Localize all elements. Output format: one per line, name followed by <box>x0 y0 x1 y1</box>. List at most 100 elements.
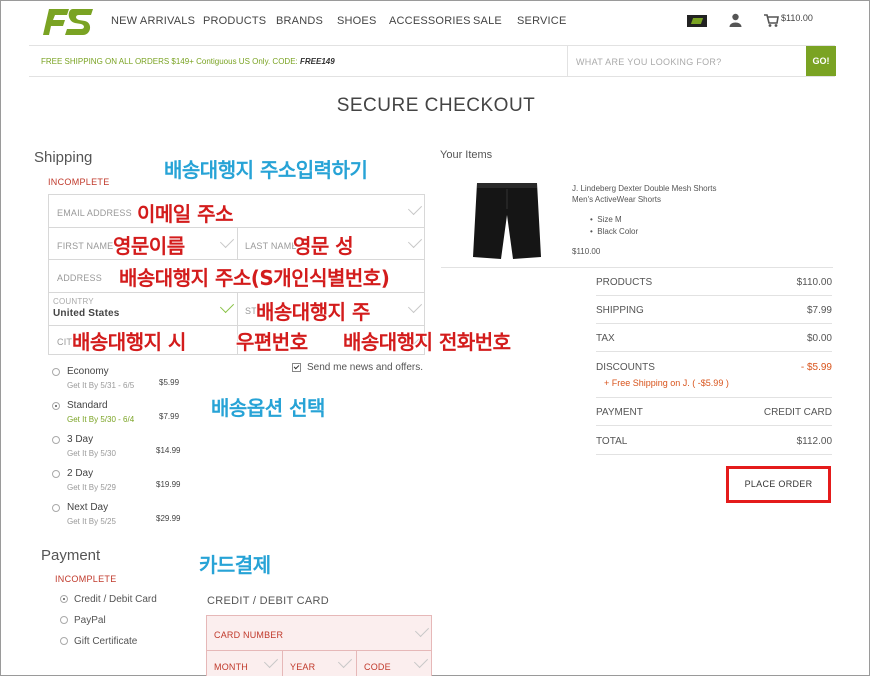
first-name-label: FIRST NAME <box>57 241 114 251</box>
shipping-option-price: $19.99 <box>156 480 181 489</box>
check-icon <box>263 653 279 669</box>
card-number-label: CARD NUMBER <box>214 630 284 640</box>
summary-total: TOTAL $112.00 <box>596 427 832 455</box>
flag-icon[interactable] <box>687 15 707 27</box>
shipping-option-price: $7.99 <box>159 412 180 421</box>
shipping-option-radio[interactable] <box>52 504 60 512</box>
search-input[interactable]: WHAT ARE YOU LOOKING FOR? <box>567 46 806 76</box>
payment-method-paypal[interactable]: PayPal <box>74 615 106 626</box>
shipping-option-eta: Get It By 5/25 <box>67 517 116 526</box>
annotation-first-name: 영문이름 <box>113 234 185 258</box>
annotation-address: 배송대행지 주소(S개인식별번호) <box>119 266 390 290</box>
discounts-value: - $5.99 <box>800 362 832 373</box>
shipping-option-eta: Get It By 5/29 <box>67 483 116 492</box>
annotation-city: 배송대행지 시 <box>72 330 186 354</box>
summary-products: PRODUCTS $110.00 <box>596 268 832 296</box>
product-name[interactable]: J. Lindeberg Dexter Double Mesh Shorts <box>572 183 752 194</box>
country-select[interactable]: COUNTRY United States <box>49 293 237 326</box>
nav-shoes[interactable]: SHOES <box>337 15 377 27</box>
total-value: $112.00 <box>796 436 832 447</box>
nav-accessories[interactable]: ACCESSORIES <box>389 15 471 27</box>
shipping-status: INCOMPLETE <box>48 177 110 187</box>
annotation-shipping-address: 배송대행지 주소입력하기 <box>164 158 368 182</box>
product-color: • Black Color <box>590 227 639 236</box>
card-heading: CREDIT / DEBIT CARD <box>207 595 330 607</box>
payment-method-card[interactable]: Credit / Debit Card <box>74 594 157 605</box>
product-image[interactable] <box>471 179 543 261</box>
color-value: Black Color <box>597 227 639 236</box>
shipping-option-name[interactable]: 3 Day <box>67 434 93 445</box>
shipping-option-name[interactable]: 2 Day <box>67 468 93 479</box>
tax-label: TAX <box>596 333 615 344</box>
product-size: • Size M <box>590 215 622 224</box>
shipping-option-name[interactable]: Standard <box>67 400 108 411</box>
shipping-option-price: $29.99 <box>156 514 181 523</box>
shipping-option-radio[interactable] <box>52 470 60 478</box>
shipping-label: SHIPPING <box>596 305 644 316</box>
annotation-phone: 배송대행지 전화번호 <box>343 330 511 354</box>
card-number-field[interactable]: CARD NUMBER <box>207 616 431 651</box>
discount-note[interactable]: + Free Shipping on J. ( -$5.99 ) <box>604 378 729 388</box>
account-icon[interactable] <box>729 13 742 27</box>
annotation-card: 카드결제 <box>199 553 271 577</box>
annotation-zip: 우편번호 <box>236 330 308 354</box>
shipping-option-name[interactable]: Next Day <box>67 502 108 513</box>
summary-discounts: DISCOUNTS - $5.99 + Free Shipping on J. … <box>596 353 832 398</box>
site-logo[interactable] <box>39 5 95 39</box>
check-icon <box>337 653 353 669</box>
shipping-option-price: $14.99 <box>156 446 181 455</box>
check-icon <box>414 622 430 638</box>
annotation-ship-option: 배송옵션 선택 <box>211 396 325 420</box>
payment-label: PAYMENT <box>596 407 643 418</box>
place-order-button[interactable]: PLACE ORDER <box>726 466 831 503</box>
check-icon <box>219 233 235 249</box>
year-label: YEAR <box>290 662 316 672</box>
product-attrs: • Size M • Black Color <box>590 214 638 238</box>
last-name-label: LAST NAME <box>245 241 298 251</box>
promo-code: FREE149 <box>300 57 335 66</box>
shipping-option-radio[interactable] <box>52 368 60 376</box>
size-value: Size M <box>597 215 622 224</box>
cart-total[interactable]: $110.00 <box>781 13 813 23</box>
radio-paypal[interactable] <box>60 616 68 624</box>
check-icon <box>219 298 235 314</box>
product-subtitle: Men's ActiveWear Shorts <box>572 195 661 204</box>
shipping-value: $7.99 <box>806 305 832 316</box>
payment-value: CREDIT CARD <box>763 407 832 418</box>
year-select[interactable]: YEAR <box>283 651 357 676</box>
email-field[interactable]: EMAIL ADDRESS <box>49 195 424 228</box>
radio-credit-card[interactable] <box>60 595 68 603</box>
nav-service[interactable]: SERVICE <box>517 15 567 27</box>
cvv-field[interactable]: CODE <box>357 651 431 676</box>
check-icon <box>407 233 423 249</box>
annotation-last-name: 영문 성 <box>293 234 354 258</box>
shipping-heading: Shipping <box>34 149 93 166</box>
product-price: $110.00 <box>572 247 601 256</box>
search-go-button[interactable]: GO! <box>806 46 836 76</box>
summary-tax: TAX $0.00 <box>596 324 832 352</box>
nav-sale[interactable]: SALE <box>473 15 502 27</box>
shipping-option-name[interactable]: Economy <box>67 366 109 377</box>
shipping-option-radio[interactable] <box>52 402 60 410</box>
cart-icon[interactable] <box>763 13 779 27</box>
product-info: J. Lindeberg Dexter Double Mesh Shorts M… <box>572 183 752 205</box>
shipping-option-radio[interactable] <box>52 436 60 444</box>
nav-products[interactable]: PRODUCTS <box>203 15 266 27</box>
check-icon <box>413 653 429 669</box>
address-label: ADDRESS <box>57 273 102 283</box>
email-label: EMAIL ADDRESS <box>57 208 132 218</box>
nav-new-arrivals[interactable]: NEW ARRIVALS <box>111 15 195 27</box>
month-label: MONTH <box>214 662 248 672</box>
radio-gift[interactable] <box>60 637 68 645</box>
shipping-option-eta: Get It By 5/30 <box>67 449 116 458</box>
month-select[interactable]: MONTH <box>207 651 283 676</box>
summary-shipping: SHIPPING $7.99 <box>596 296 832 324</box>
summary-payment: PAYMENT CREDIT CARD <box>596 398 832 426</box>
newsletter-checkbox[interactable] <box>292 363 301 372</box>
payment-method-gift[interactable]: Gift Certificate <box>74 636 137 647</box>
newsletter-label: Send me news and offers. <box>307 362 423 373</box>
nav-brands[interactable]: BRANDS <box>276 15 323 27</box>
payment-status: INCOMPLETE <box>55 574 117 584</box>
total-label: TOTAL <box>596 436 628 447</box>
payment-heading: Payment <box>41 547 101 564</box>
